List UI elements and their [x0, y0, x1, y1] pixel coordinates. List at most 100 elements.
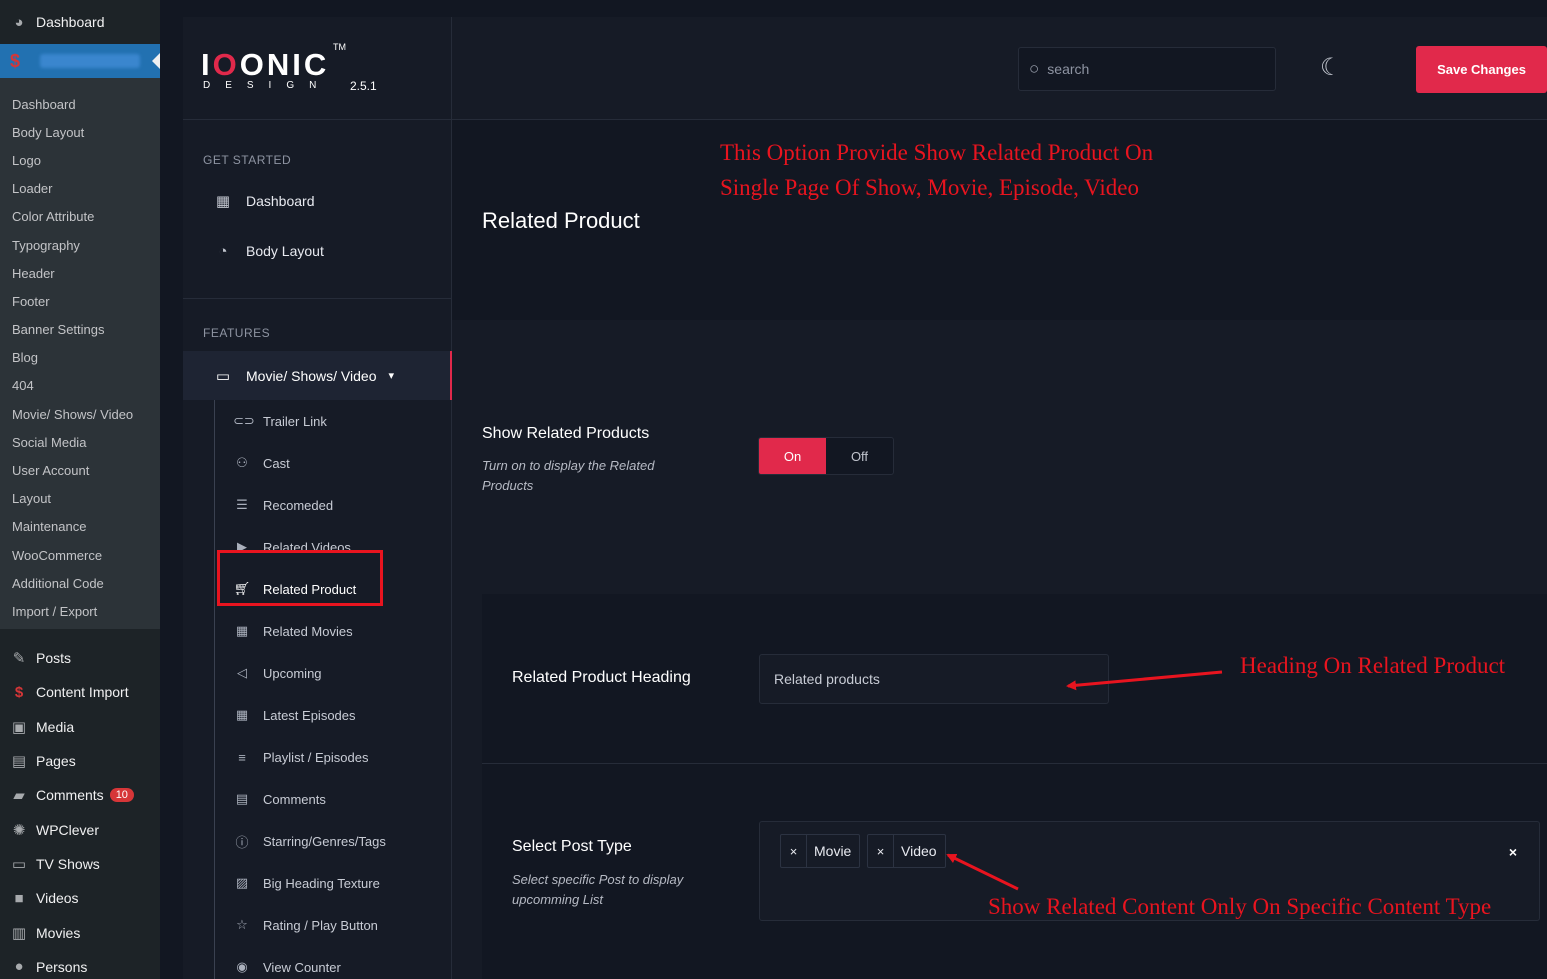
nav-item-dashboard[interactable]: ▦ Dashboard	[183, 176, 451, 226]
bulb-icon: ✺	[12, 821, 26, 839]
annotation-type-note: Show Related Content Only On Specific Co…	[988, 894, 1492, 919]
star-icon: ☆	[236, 917, 248, 932]
remove-tag-icon[interactable]: ×	[781, 835, 807, 867]
wp-submenu-item[interactable]: WooCommerce	[0, 541, 160, 569]
wp-menu-videos[interactable]: ■ Videos	[0, 881, 160, 915]
nav-sub-related-videos[interactable]: ▶ Related Videos	[183, 526, 451, 568]
toggle-on-button[interactable]: On	[759, 438, 826, 474]
nav-sub-upcoming[interactable]: ◁ Upcoming	[183, 652, 451, 694]
nav-sub-playlist-episodes[interactable]: ≡ Playlist / Episodes	[183, 736, 451, 778]
search-box: ○	[1018, 47, 1276, 91]
wp-menu-pages[interactable]: ▤ Pages	[0, 744, 160, 778]
nav-sub-latest-episodes[interactable]: ▦ Latest Episodes	[183, 694, 451, 736]
wp-submenu-item[interactable]: Color Attribute	[0, 203, 160, 231]
wp-menu-label: TV Shows	[36, 855, 100, 872]
wp-menu-media[interactable]: ▣ Media	[0, 710, 160, 744]
nav-sub-trailer-link[interactable]: ⊂⊃ Trailer Link	[183, 400, 451, 442]
wp-submenu-item[interactable]: User Account	[0, 456, 160, 484]
nav-sub-label: View Counter	[263, 959, 341, 975]
nav-sub-label: Cast	[263, 455, 290, 471]
person-icon: ●	[14, 958, 24, 976]
wp-menu-label: Persons	[36, 958, 88, 975]
nav-sub-comments[interactable]: ▤ Comments	[183, 778, 451, 820]
nav-sub-big-heading-texture[interactable]: ▨ Big Heading Texture	[183, 862, 451, 904]
wp-submenu-item[interactable]: Maintenance	[0, 513, 160, 541]
nav-sub-label: Latest Episodes	[263, 707, 356, 723]
nav-group-label: Movie/ Shows/ Video	[246, 367, 377, 384]
show-related-description: Turn on to display the Related Products	[482, 458, 655, 493]
megaphone-icon: ◁	[237, 665, 247, 680]
nav-item-label: Body Layout	[246, 243, 324, 259]
wp-submenu-item[interactable]: Dashboard	[0, 90, 160, 118]
search-input[interactable]	[1047, 61, 1248, 77]
wp-admin-menu: ◕ Dashboard $ Dashboard Body Layout Logo…	[0, 0, 160, 979]
toggle-off-button[interactable]: Off	[826, 438, 893, 474]
wp-menu-active-theme-options[interactable]: $	[0, 44, 160, 78]
calendar-icon: ▦	[235, 623, 249, 638]
wp-submenu-item[interactable]: Loader	[0, 175, 160, 203]
options-topbar: ○ ☾ Save Changes	[452, 17, 1547, 120]
play-icon: ▶	[237, 539, 247, 554]
wp-submenu-item[interactable]: Additional Code	[0, 569, 160, 597]
wp-submenu-item[interactable]: Layout	[0, 485, 160, 513]
wp-submenu-item[interactable]: Typography	[0, 231, 160, 259]
wp-menu-dashboard[interactable]: ◕ Dashboard	[0, 0, 160, 44]
page-title: Related Product	[482, 208, 640, 233]
search-icon: ○	[1029, 59, 1040, 78]
wp-submenu-item[interactable]: Body Layout	[0, 118, 160, 146]
wp-submenu-item[interactable]: Banner Settings	[0, 316, 160, 344]
wp-menu-tv-shows[interactable]: ▭ TV Shows	[0, 847, 160, 881]
nav-sub-recomeded[interactable]: ☰ Recomeded	[183, 484, 451, 526]
wp-menu-movies[interactable]: ▥ Movies	[0, 915, 160, 949]
wp-menu-comments[interactable]: ▰ Comments 10	[0, 778, 160, 812]
save-changes-button[interactable]: Save Changes	[1416, 46, 1547, 93]
nav-sub-rating-play-button[interactable]: ☆ Rating / Play Button	[183, 904, 451, 946]
wp-submenu-item[interactable]: Movie/ Shows/ Video	[0, 400, 160, 428]
nav-sub-label: Related Movies	[263, 623, 353, 639]
wp-menu-persons[interactable]: ● Persons	[0, 950, 160, 979]
post-type-label: Select Post Type	[512, 838, 632, 855]
wp-submenu-item[interactable]: Header	[0, 259, 160, 287]
heading-label: Related Product Heading	[512, 669, 691, 686]
annotation-top-line-2: Single Page Of Show, Movie, Episode, Vid…	[720, 175, 1139, 200]
wp-menu-label: WPClever	[36, 821, 100, 838]
eye-icon: ◉	[236, 959, 248, 974]
nav-group-movie-shows-video[interactable]: ▭ Movie/ Shows/ Video ▾	[183, 351, 452, 400]
moon-icon[interactable]: ☾	[1320, 53, 1342, 82]
pages-icon: ▤	[11, 753, 27, 771]
comment-box-icon: ▤	[235, 791, 249, 806]
wp-submenu-item[interactable]: Blog	[0, 344, 160, 372]
nav-sub-view-counter[interactable]: ◉ View Counter	[183, 946, 451, 979]
wp-submenu-item[interactable]: Footer	[0, 287, 160, 315]
clear-all-icon[interactable]: ×	[1509, 844, 1517, 860]
grid-icon: ▦	[215, 193, 231, 210]
nav-sub-label: Starring/Genres/Tags	[263, 833, 386, 849]
wp-menu-posts[interactable]: ✎ Posts	[0, 641, 160, 675]
wp-submenu-item[interactable]: Logo	[0, 146, 160, 174]
remove-tag-icon[interactable]: ×	[868, 835, 894, 867]
wp-submenu-item[interactable]: Import / Export	[0, 597, 160, 625]
wp-submenu-item[interactable]: 404	[0, 372, 160, 400]
nav-item-body-layout[interactable]: ◔ Body Layout	[183, 226, 451, 276]
nav-sub-label: Rating / Play Button	[263, 917, 378, 933]
wp-menu-wpclever[interactable]: ✺ WPClever	[0, 812, 160, 846]
hatch-icon: ▨	[235, 875, 249, 890]
nav-sub-cast[interactable]: ⚇ Cast	[183, 442, 451, 484]
related-product-heading-input[interactable]	[759, 654, 1109, 704]
wp-submenu: Dashboard Body Layout Logo Loader Color …	[0, 78, 160, 629]
nav-sub-related-movies[interactable]: ▦ Related Movies	[183, 610, 451, 652]
card-icon: ☰	[236, 497, 248, 512]
nav-sub-related-product[interactable]: 🛒︎ Related Product	[183, 568, 451, 610]
video-icon: ■	[14, 889, 24, 907]
nav-sub-starring-genres-tags[interactable]: ⓘ Starring/Genres/Tags	[183, 820, 451, 862]
tv-icon: ▭	[11, 855, 27, 873]
show-related-toggle: On Off	[758, 437, 894, 475]
wp-menu-content-import[interactable]: $ Content Import	[0, 675, 160, 709]
wp-menu-label: Movies	[36, 924, 81, 941]
film-icon: ▥	[11, 924, 27, 942]
nav-sub-label: Trailer Link	[263, 413, 327, 429]
nav-sub-label: Playlist / Episodes	[263, 749, 369, 765]
nav-sub-label: Big Heading Texture	[263, 875, 380, 891]
wp-menu-dashboard-label: Dashboard	[36, 14, 105, 30]
wp-submenu-item[interactable]: Social Media	[0, 428, 160, 456]
